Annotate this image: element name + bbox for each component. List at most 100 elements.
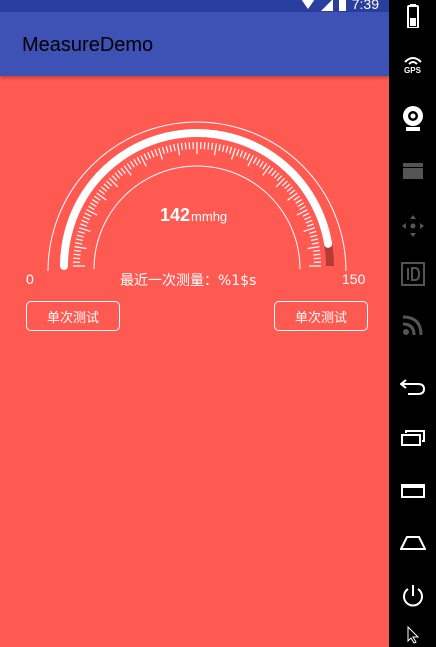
gauge-tick	[91, 199, 99, 204]
gauge-tick	[147, 151, 152, 159]
id-icon	[389, 262, 436, 286]
battery-tool-icon[interactable]	[389, 4, 436, 28]
gauge-tick	[154, 149, 158, 157]
gauge-tick	[236, 149, 240, 157]
gauge-tick	[281, 180, 288, 187]
gauge-tick	[284, 183, 291, 190]
mouse-cursor-icon	[389, 626, 436, 644]
gauge-tick	[78, 227, 91, 232]
gauge-tick	[213, 143, 217, 156]
home-icon[interactable]	[389, 536, 436, 550]
gauge-tick	[103, 183, 110, 190]
gauge-tick	[218, 144, 221, 152]
gauge-tick	[136, 157, 142, 164]
gauge-tick	[106, 180, 113, 187]
gauge-tick	[304, 216, 312, 221]
gauge-tick	[305, 219, 313, 224]
gauge-tick	[120, 167, 126, 174]
gauge-tick	[229, 146, 233, 154]
gauge-tick	[310, 234, 318, 238]
power-icon[interactable]	[389, 584, 436, 608]
app-bar: MeasureDemo	[0, 12, 389, 76]
gps-label: GPS	[404, 66, 421, 75]
gauge-value: 142	[160, 205, 191, 225]
pressure-gauge	[47, 121, 347, 272]
gauge-tick	[297, 202, 305, 207]
gauge-tick	[286, 186, 293, 192]
gauge-tick	[98, 189, 105, 195]
gauge-tick	[311, 238, 319, 242]
gauge-tick	[89, 202, 97, 207]
menu-icon[interactable]	[389, 484, 436, 498]
gauge-tick	[273, 172, 280, 179]
gauge-tick	[126, 163, 132, 170]
rss-icon	[389, 314, 436, 336]
gauge-tick	[80, 223, 88, 227]
gauge-tick	[81, 219, 89, 224]
dpad-icon	[389, 214, 436, 238]
gauge-tick	[94, 195, 101, 201]
gauge-tick	[169, 144, 173, 152]
camera-icon[interactable]	[389, 106, 436, 132]
signal-icon	[320, 0, 333, 11]
gauge-tick	[306, 223, 314, 227]
gauge-tick	[150, 150, 155, 158]
gauge-tick	[101, 186, 108, 192]
gauge-tick	[158, 147, 163, 160]
gauge-tick	[77, 230, 85, 234]
gauge-tick	[276, 175, 283, 182]
gauge-tick	[295, 199, 303, 204]
gauge-tick	[161, 146, 165, 154]
gauge-tick	[311, 242, 319, 245]
gauge-tick	[293, 195, 300, 201]
gauge-tick	[111, 175, 118, 182]
gauge-tick	[225, 145, 229, 153]
last-measure-label: 最近一次测量：%1$s	[120, 273, 257, 289]
gauge-tick	[309, 230, 317, 234]
gauge-tick	[114, 172, 121, 179]
gauge-unit: mmhg	[191, 209, 228, 224]
gauge-tick	[82, 216, 90, 221]
gauge-tick	[130, 160, 135, 168]
gauge-tick	[133, 158, 138, 166]
gauge-max-label: 150	[342, 271, 366, 287]
back-icon[interactable]	[389, 378, 436, 396]
gauge-tick	[75, 238, 83, 242]
single-test-button-left[interactable]: 单次测试	[26, 301, 120, 331]
gauge-tick	[259, 160, 264, 168]
gauge-min-label: 0	[26, 271, 34, 287]
status-bar: 7:39	[0, 0, 389, 12]
gauge-tick	[211, 142, 214, 150]
gauge-tick	[88, 205, 95, 211]
gauge-tick	[73, 249, 81, 252]
gauge-tick	[75, 242, 83, 245]
battery-icon	[338, 0, 346, 11]
gauge-tick	[173, 144, 176, 152]
gauge-tick	[84, 212, 92, 217]
gauge-tick	[184, 142, 187, 150]
gauge-tick	[73, 253, 81, 256]
gauge-tick	[143, 153, 148, 161]
gauge-tick	[117, 170, 123, 177]
gauge-tick	[313, 249, 321, 252]
gauge-tick	[207, 142, 210, 150]
gauge-tick	[252, 157, 258, 164]
gauge-tick	[307, 246, 320, 250]
gauge-tick	[256, 158, 261, 166]
status-time: 7:39	[351, 0, 379, 12]
gauge-tick	[289, 189, 296, 195]
recent-apps-icon[interactable]	[389, 430, 436, 446]
gauge-tick	[268, 167, 274, 174]
gps-icon[interactable]: GPS	[389, 56, 436, 75]
gauge-tick	[177, 143, 181, 156]
gauge-tick	[74, 246, 87, 250]
gauge-tick	[313, 253, 321, 256]
single-test-button-right[interactable]: 单次测试	[274, 301, 368, 331]
gauge-tick	[246, 153, 251, 161]
app-screen: 7:39 MeasureDemo 142 mmhg 0 最近一次测量：%1$s …	[0, 0, 389, 647]
video-clapper-icon	[389, 162, 436, 180]
status-icons: 7:39	[301, 0, 379, 12]
wifi-icon	[301, 0, 314, 9]
gauge-tick	[302, 212, 310, 217]
gauge-tick	[231, 147, 236, 160]
